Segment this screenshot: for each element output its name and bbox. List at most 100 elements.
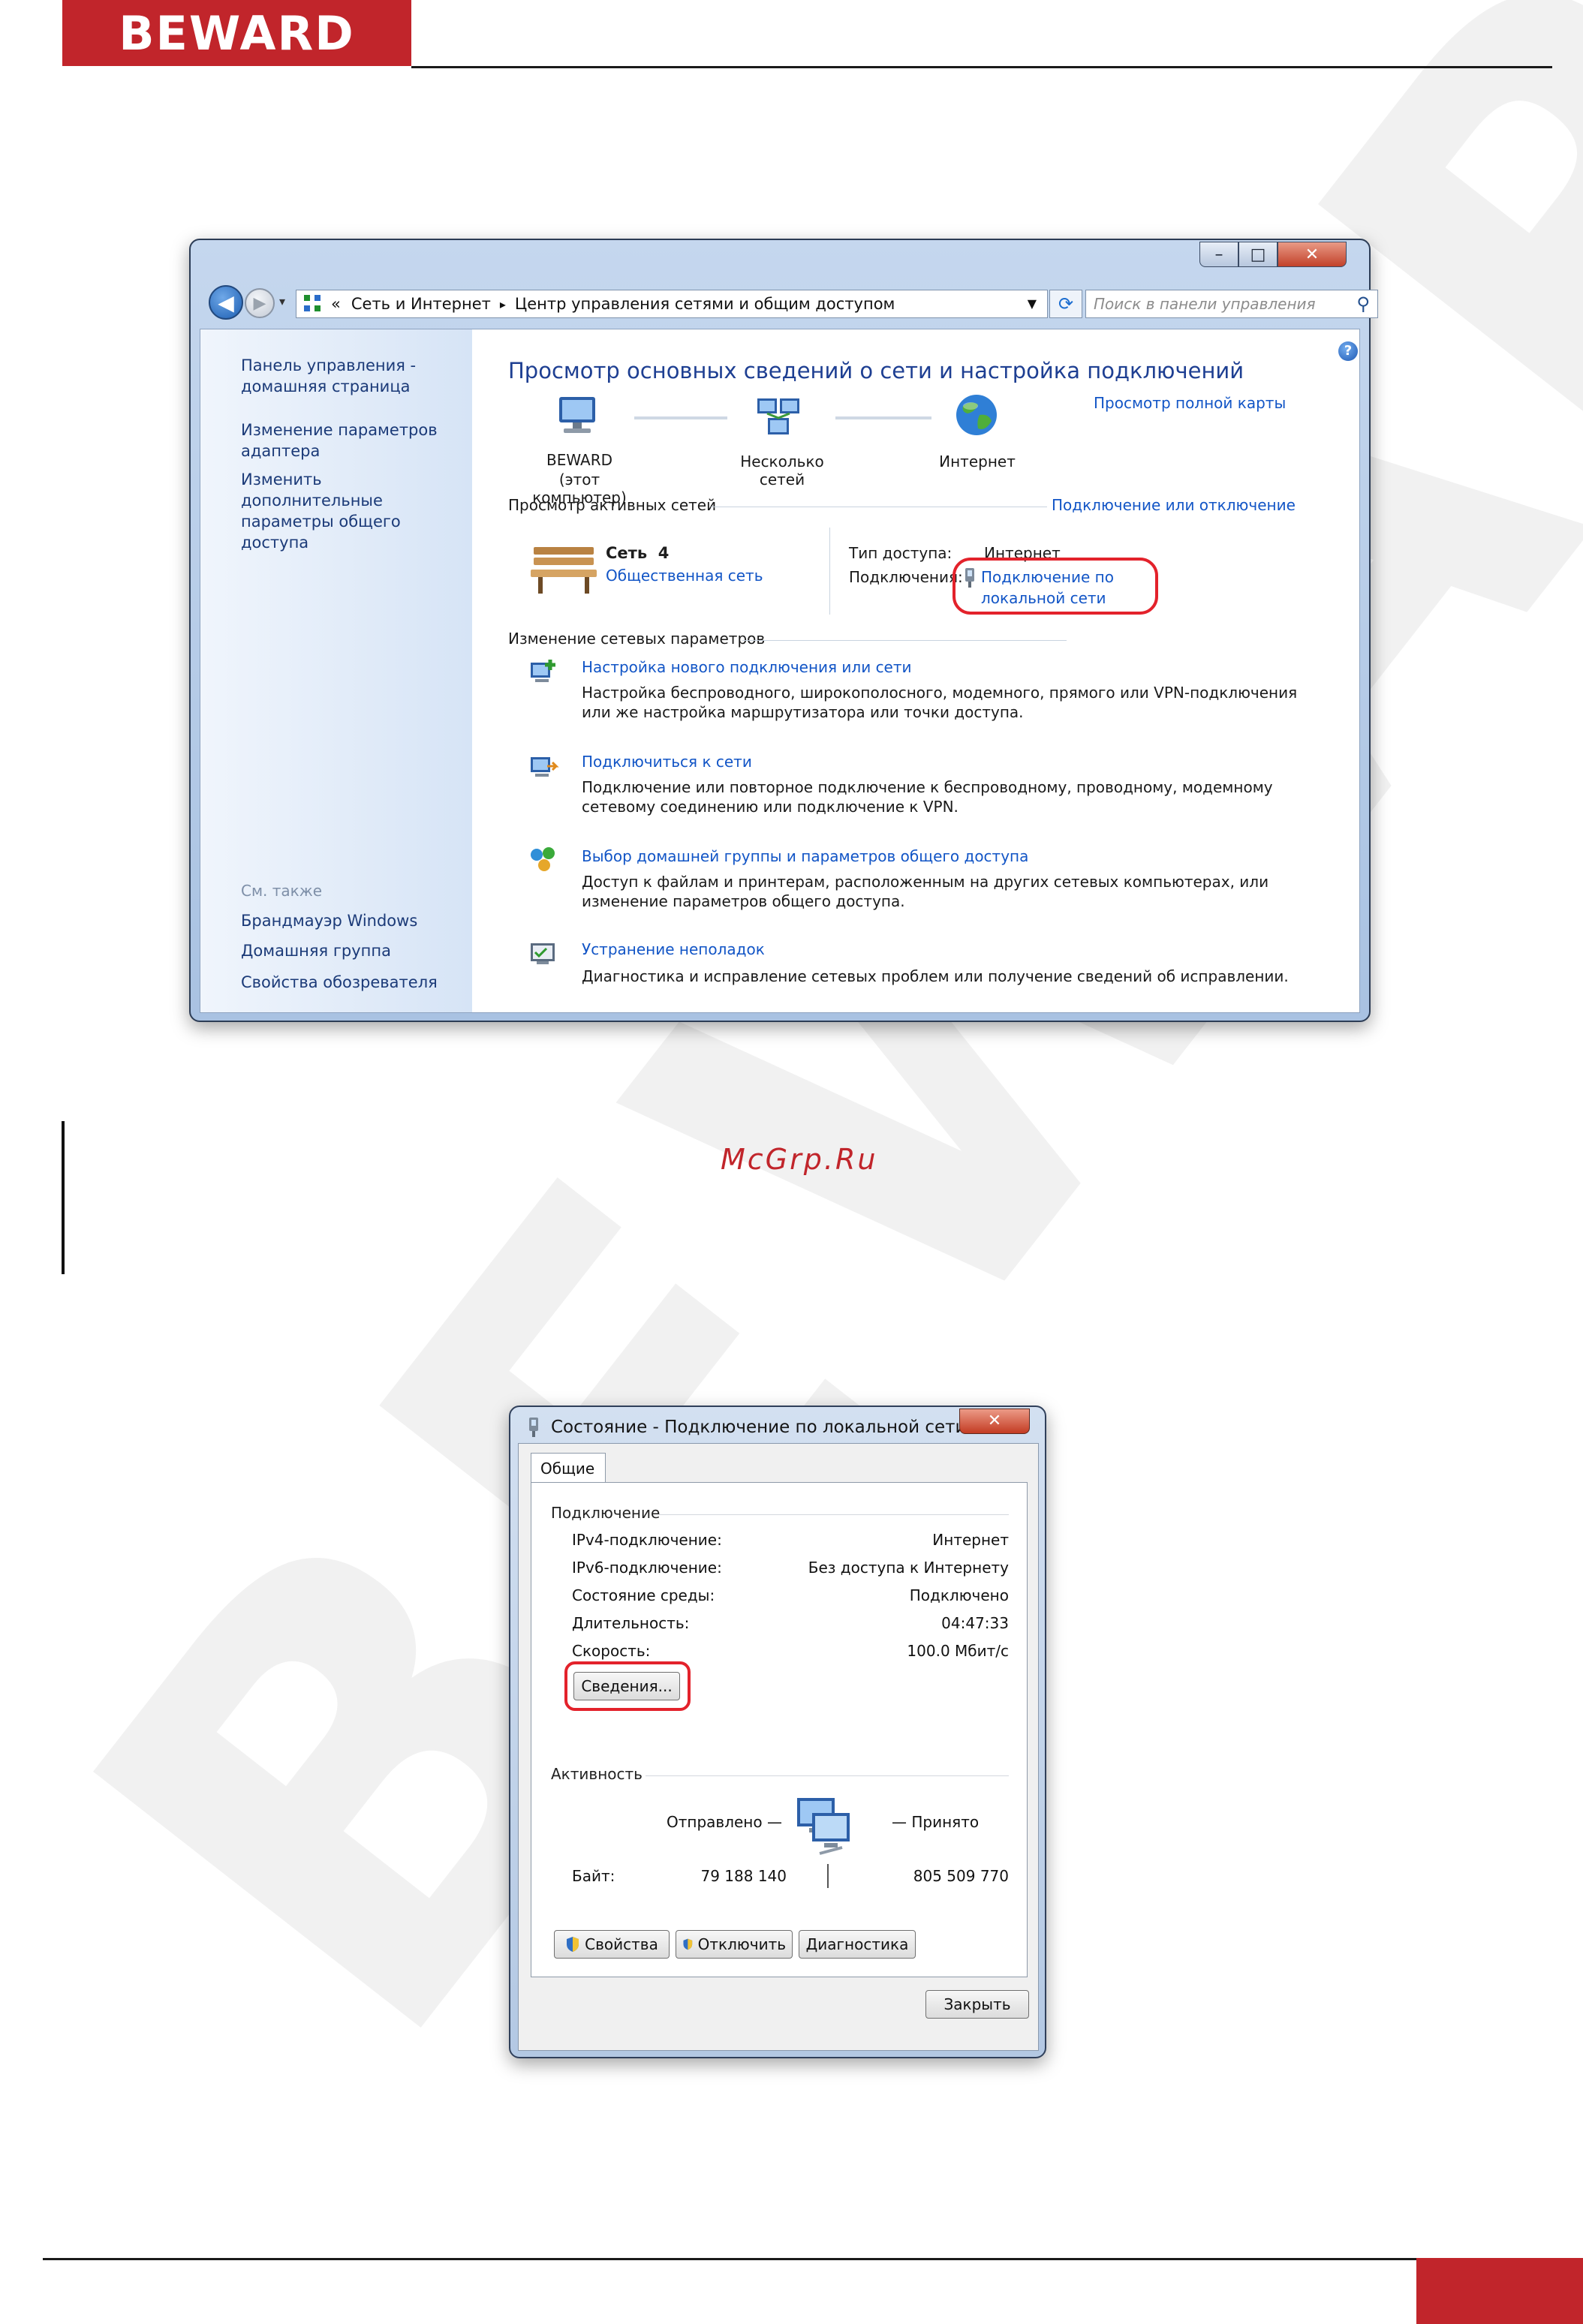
change-settings-heading: Изменение сетевых параметров: [508, 630, 766, 648]
address-dropdown-icon[interactable]: ▼: [1028, 296, 1037, 311]
full-map-link[interactable]: Просмотр полной карты: [1094, 394, 1286, 412]
task-link-troubleshoot[interactable]: Устранение неполадок: [582, 940, 765, 958]
row-value-ipv6: Без доступа к Интернету: [808, 1559, 1009, 1577]
task-link-connect[interactable]: Подключиться к сети: [582, 753, 752, 771]
received-label: — Принято: [892, 1813, 980, 1831]
footer-accent: [1416, 2258, 1583, 2324]
network-name: Сеть 4: [606, 544, 670, 562]
group-divider: [659, 1514, 1009, 1515]
homegroup-icon: [531, 847, 555, 871]
close-button[interactable]: ✕: [1278, 242, 1347, 267]
task-desc-homegroup-2: изменение параметров общего доступа.: [582, 892, 905, 910]
troubleshoot-icon: [531, 943, 555, 964]
properties-button-label: Свойства: [585, 1935, 658, 1953]
map-connector: [835, 416, 931, 419]
network-type-link[interactable]: Общественная сеть: [606, 567, 763, 585]
bytes-label: Байт:: [572, 1867, 615, 1885]
public-network-bench-icon: [531, 547, 597, 594]
maximize-button[interactable]: □: [1238, 242, 1278, 267]
breadcrumb-prefix: «: [331, 295, 341, 313]
row-key-speed: Скорость:: [572, 1642, 651, 1660]
disable-button[interactable]: Отключить: [676, 1930, 793, 1959]
task-desc-new-connection-1: Настройка беспроводного, широкополосного…: [582, 684, 1298, 702]
active-networks-heading: Просмотр активных сетей: [508, 496, 717, 514]
task-desc-connect-1: Подключение или повторное подключение к …: [582, 778, 1273, 796]
dialog-close-button[interactable]: ✕: [959, 1409, 1030, 1434]
network-activity-icon: [797, 1798, 850, 1855]
connection-status-dialog: Состояние - Подключение по локальной сет…: [509, 1406, 1046, 2058]
connections-label: Подключения:: [849, 568, 963, 586]
sidebar-link-homegroup[interactable]: Домашняя группа: [241, 940, 466, 961]
source-credit: McGrp.Ru: [721, 1143, 878, 1176]
header-rule: [411, 66, 1552, 68]
multiple-networks-icon: [757, 398, 799, 434]
activity-group-label: Активность: [551, 1765, 643, 1783]
task-desc-connect-2: сетевому соединению или подключение к VP…: [582, 798, 959, 816]
map-label-computer: BEWARD: [546, 451, 613, 469]
properties-button[interactable]: Свойства: [554, 1930, 670, 1959]
beward-logo: BEWARD: [62, 0, 411, 66]
disable-button-label: Отключить: [697, 1935, 786, 1953]
address-bar[interactable]: « Сеть и Интернет ▸ Центр управления сет…: [296, 290, 1048, 318]
group-divider: [646, 1775, 1009, 1776]
row-key-ipv6: IPv6-подключение:: [572, 1559, 722, 1577]
uac-shield-icon: [567, 1937, 579, 1952]
row-key-ipv4: IPv4-подключение:: [572, 1531, 722, 1549]
bytes-divider: [827, 1864, 829, 1888]
navigation-bar: ◀ ▶ ▾ « Сеть и Интернет ▸ Центр управлен…: [201, 284, 1378, 321]
sidebar-link-home[interactable]: Панель управления - домашняя страница: [241, 355, 466, 397]
dialog-body: Общие Подключение IPv4-подключение: Инте…: [518, 1443, 1039, 2051]
recent-pages-chevron-icon[interactable]: ▾: [279, 294, 285, 308]
globe-icon: [956, 395, 997, 435]
task-link-homegroup[interactable]: Выбор домашней группы и параметров общег…: [582, 847, 1028, 865]
minimize-button[interactable]: –: [1199, 242, 1238, 267]
row-value-speed: 100.0 Мбит/с: [907, 1642, 1009, 1660]
close-dialog-button[interactable]: Закрыть: [925, 1990, 1029, 2019]
access-type-label: Тип доступа:: [849, 544, 953, 562]
tab-panel: Подключение IPv4-подключение: Интернет I…: [531, 1482, 1028, 1977]
task-desc-new-connection-2: или же настройка маршрутизатора или точк…: [582, 703, 1024, 721]
bytes-sent: 79 188 140: [700, 1867, 787, 1885]
row-value-media-state: Подключено: [909, 1586, 1009, 1604]
bytes-received: 805 509 770: [913, 1867, 1009, 1885]
connect-disconnect-link[interactable]: Подключение или отключение: [1047, 496, 1296, 514]
sidebar-link-internet-options[interactable]: Свойства обозревателя: [241, 972, 466, 993]
sidebar-link-sharing[interactable]: Изменить дополнительные параметры общего…: [241, 469, 466, 553]
sidebar-link-adapter[interactable]: Изменение параметров адаптера: [241, 419, 466, 461]
diagnose-button[interactable]: Диагностика: [799, 1930, 916, 1959]
content-area: Панель управления - домашняя страница Из…: [200, 329, 1360, 1013]
control-panel-icon: [304, 295, 322, 313]
new-connection-icon: [531, 660, 555, 682]
task-link-new-connection[interactable]: Настройка нового подключения или сети: [582, 658, 912, 676]
highlight-ring: [953, 558, 1158, 615]
ethernet-connection-icon: [529, 1418, 538, 1437]
back-button[interactable]: ◀: [209, 285, 243, 320]
footer-rule: [43, 2258, 1416, 2260]
section-divider: [742, 640, 1067, 641]
breadcrumb-item-center[interactable]: Центр управления сетями и общим доступом: [515, 295, 895, 313]
row-key-duration: Длительность:: [572, 1614, 690, 1632]
connection-group-label: Подключение: [551, 1504, 661, 1522]
tab-general[interactable]: Общие: [531, 1453, 606, 1483]
task-desc-troubleshoot-1: Диагностика и исправление сетевых пробле…: [582, 967, 1289, 985]
sent-label: Отправлено —: [667, 1813, 782, 1831]
search-input[interactable]: Поиск в панели управления ⚲: [1085, 290, 1378, 318]
highlight-ring: [564, 1661, 691, 1711]
see-also-heading: См. также: [241, 882, 323, 900]
computer-icon: [559, 397, 595, 433]
network-center-window: – □ ✕ ◀ ▶ ▾ « Сеть и Интернет ▸ Центр уп…: [189, 239, 1378, 1022]
task-desc-homegroup-1: Доступ к файлам и принтерам, расположенн…: [582, 873, 1269, 891]
refresh-button[interactable]: ⟳: [1049, 290, 1082, 318]
search-icon[interactable]: ⚲: [1356, 293, 1370, 314]
sidebar-link-firewall[interactable]: Брандмауэр Windows: [241, 910, 466, 931]
map-connector: [634, 416, 727, 419]
logo-text: BEWARD: [119, 5, 355, 61]
help-icon[interactable]: ?: [1338, 341, 1358, 361]
breadcrumb-item-network[interactable]: Сеть и Интернет: [351, 295, 491, 313]
breadcrumb-separator[interactable]: ▸: [500, 297, 506, 311]
row-value-ipv4: Интернет: [932, 1531, 1009, 1549]
map-label-networks: Несколько сетей: [740, 452, 824, 489]
map-label-internet: Интернет: [939, 452, 1016, 471]
connect-to-network-icon: [531, 757, 559, 777]
forward-button[interactable]: ▶: [245, 288, 275, 318]
